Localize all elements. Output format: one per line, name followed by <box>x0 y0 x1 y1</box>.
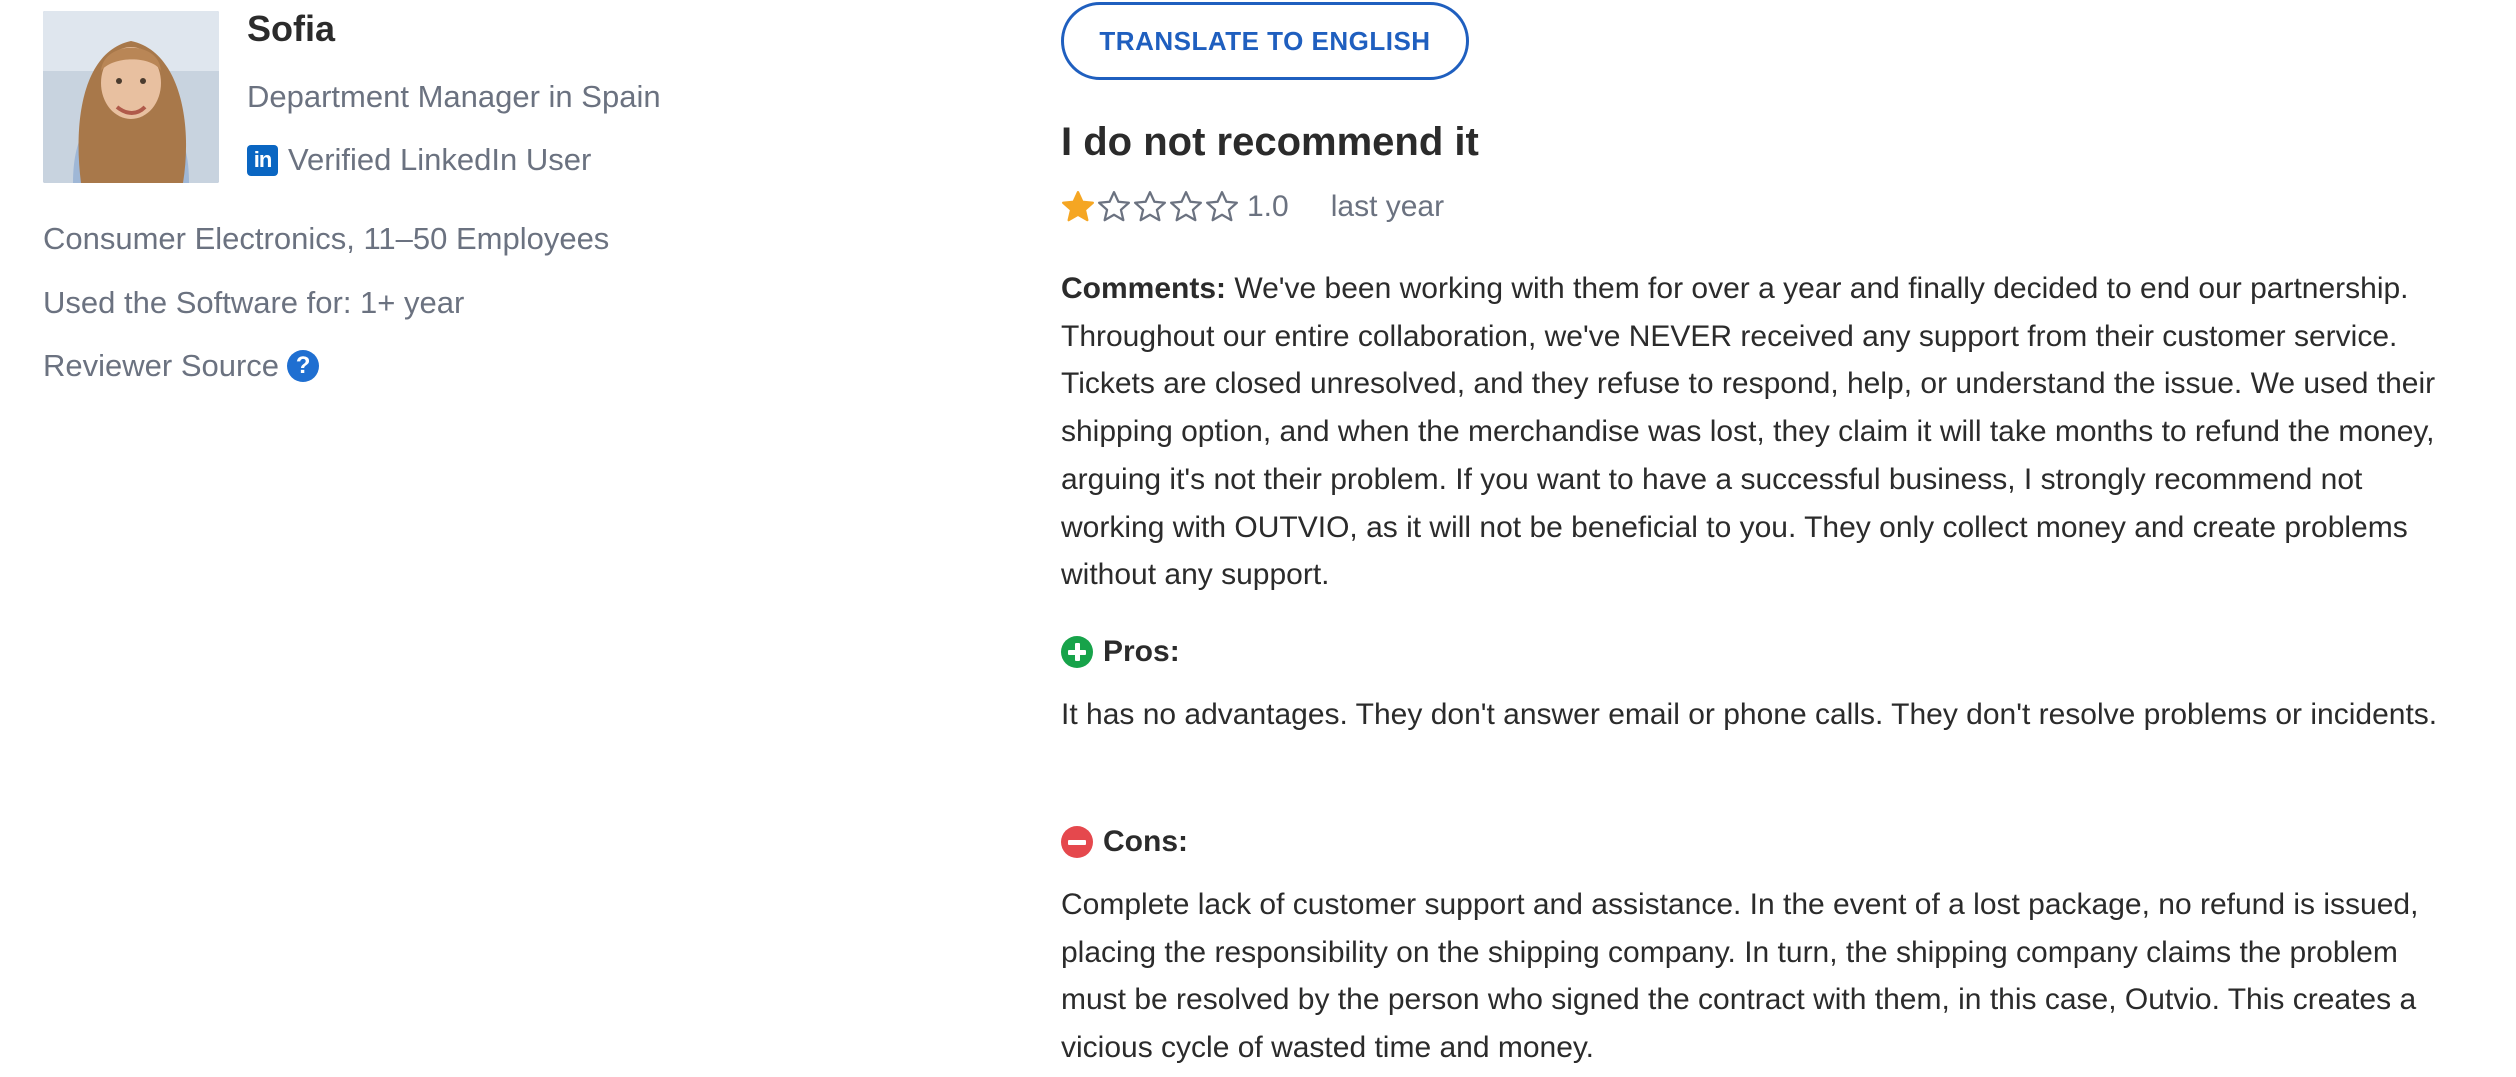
rating-value: 1.0 <box>1247 190 1289 223</box>
company-info: Consumer Electronics, 11–50 Employees <box>43 221 610 256</box>
star-empty-icon <box>1097 190 1131 222</box>
rating-row: 1.0 last year <box>1061 187 1444 227</box>
translate-button[interactable]: TRANSLATE TO ENGLISH <box>1061 2 1469 80</box>
review-date: last year <box>1330 190 1445 223</box>
comments-label: Comments: <box>1061 272 1227 305</box>
usage-duration: Used the Software for: 1+ year <box>43 285 465 320</box>
cons-label: Cons: <box>1103 825 1188 858</box>
reviewer-source-label: Reviewer Source <box>43 348 280 383</box>
verified-label: Verified LinkedIn User <box>288 142 592 177</box>
review-card: Sofia Department Manager in Spain in Ver… <box>0 0 2516 1077</box>
reviewer-source: Reviewer Source ? <box>43 347 320 385</box>
cons-heading: Cons: <box>1061 822 1188 862</box>
star-empty-icon <box>1133 190 1167 222</box>
minus-circle-icon <box>1061 826 1093 858</box>
linkedin-icon: in <box>247 144 278 176</box>
verified-badge: in Verified LinkedIn User <box>247 141 591 179</box>
pros-text: It has no advantages. They don't answer … <box>1061 698 2438 731</box>
pros-label: Pros: <box>1103 635 1180 668</box>
reviewer-job-title: Department Manager in Spain <box>247 79 661 114</box>
comments-text: We've been working with them for over a … <box>1061 272 2436 592</box>
cons-text: Complete lack of customer support and as… <box>1061 888 2419 1065</box>
avatar <box>43 11 219 183</box>
comments-section: Comments: We've been working with them f… <box>1061 265 2471 599</box>
star-empty-icon <box>1205 190 1239 222</box>
star-filled-icon <box>1061 190 1095 222</box>
reviewer-name: Sofia <box>247 8 336 49</box>
help-icon[interactable]: ? <box>287 350 320 382</box>
star-empty-icon <box>1169 190 1203 222</box>
star-rating <box>1061 190 1241 224</box>
review-title: I do not recommend it <box>1061 120 1479 164</box>
plus-circle-icon <box>1061 636 1093 668</box>
pros-heading: Pros: <box>1061 632 1180 672</box>
